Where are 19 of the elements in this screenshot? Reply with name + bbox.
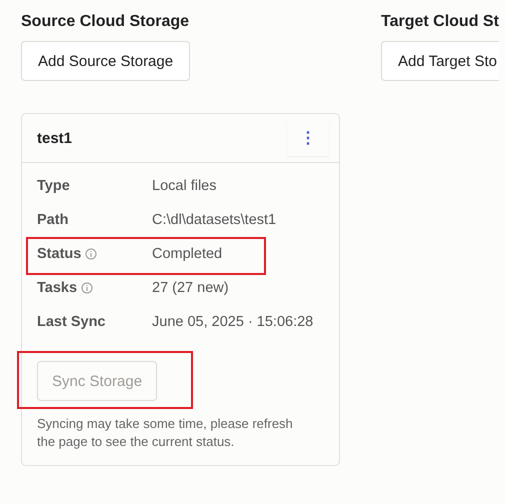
add-storage-button[interactable]: Add Source Storage [21,41,190,81]
detail-label: Tasks [37,279,78,298]
detail-value: C:\dl\datasets\test1 [152,211,276,230]
detail-value: 27 (27 new) [152,279,229,298]
info-icon[interactable] [81,282,94,294]
section-title: Target Cloud St [381,12,499,32]
add-storage-button[interactable]: Add Target Sto [381,41,499,81]
sync-note: Syncing may take some time, please refresh the page to see the current status. [37,415,294,451]
section-title: Source Cloud Storage [21,12,190,32]
detail-value: Completed [152,245,222,264]
detail-label: Status [37,245,82,264]
more-menu-button[interactable]: ⋮ [287,120,329,156]
detail-label: Path [37,211,68,230]
detail-value: June 05, 2025 · 15:06:28 [152,313,314,332]
detail-value: Local files [152,177,216,196]
info-icon[interactable] [85,248,98,260]
detail-label: Last Sync [37,313,106,332]
detail-label: Type [37,177,70,196]
storage-name: test1 [37,130,72,146]
